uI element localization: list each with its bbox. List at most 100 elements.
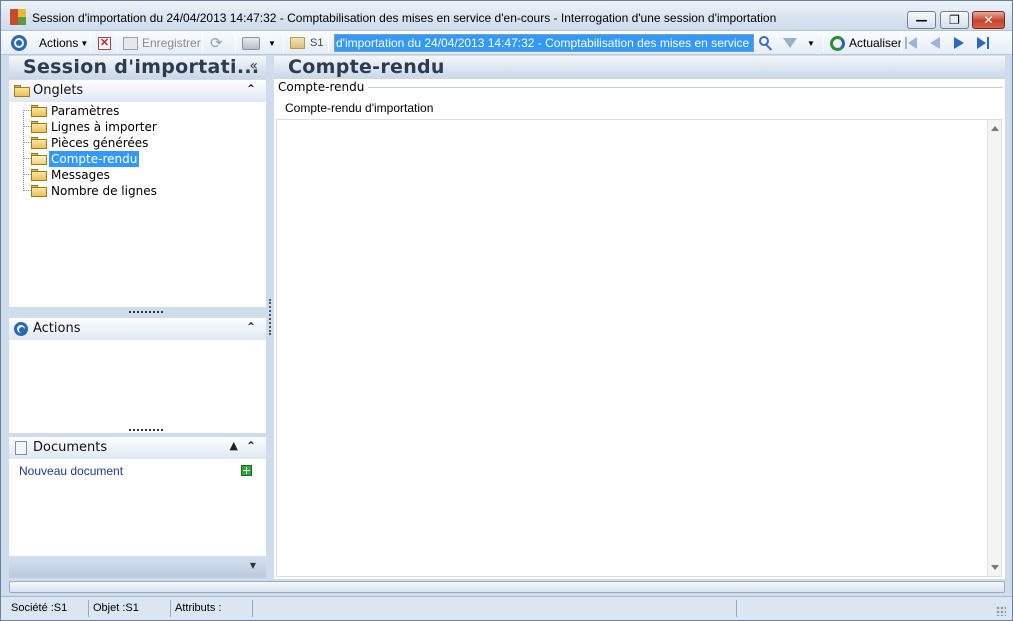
new-document-link[interactable]: Nouveau document bbox=[19, 464, 123, 478]
toolbar-separator bbox=[117, 34, 118, 52]
restore-icon: ❐ bbox=[949, 13, 960, 27]
record-path-field[interactable]: d'importation du 24/04/2013 14:47:32 - C… bbox=[334, 34, 754, 52]
actions-menu-button[interactable]: Actions ▼ bbox=[39, 34, 88, 52]
company-label: S1 bbox=[310, 37, 324, 49]
report-textarea[interactable] bbox=[276, 119, 1002, 577]
vertical-scrollbar[interactable] bbox=[987, 120, 1001, 576]
tab-label: Pièces générées bbox=[51, 136, 149, 150]
documents-header[interactable]: Documents ▲ ⌃ bbox=[9, 437, 266, 459]
chevron-down-icon: ▼ bbox=[807, 38, 815, 48]
page-title: Compte-rendu bbox=[288, 56, 445, 78]
status-objet: Objet :S1 bbox=[91, 600, 171, 617]
printer-icon bbox=[242, 36, 260, 50]
double-chevron-up-icon[interactable]: ⌃ bbox=[246, 82, 256, 96]
filter-icon bbox=[783, 38, 797, 48]
company-button[interactable]: S1 bbox=[290, 34, 323, 52]
refresh-button[interactable]: Actualiser bbox=[830, 34, 902, 52]
group-legend: Compte-rendu bbox=[278, 80, 369, 94]
delete-icon: ✕ bbox=[98, 36, 111, 50]
refresh-icon bbox=[830, 35, 845, 51]
resize-grip[interactable] bbox=[129, 311, 163, 313]
previous-icon bbox=[930, 37, 940, 49]
documents-body: Nouveau document bbox=[9, 459, 266, 556]
minimize-button[interactable]: — bbox=[907, 11, 936, 29]
tab-label: Messages bbox=[51, 168, 110, 182]
folder-icon bbox=[31, 137, 47, 149]
onglets-header-label: Onglets bbox=[33, 83, 84, 98]
app-icon bbox=[10, 9, 26, 25]
onglets-header[interactable]: Onglets ⌃ bbox=[9, 80, 266, 102]
last-record-button[interactable] bbox=[977, 34, 989, 52]
resize-grip[interactable] bbox=[129, 429, 163, 431]
actions-header-label: Actions bbox=[33, 321, 81, 336]
last-icon bbox=[977, 37, 986, 49]
next-record-button[interactable] bbox=[954, 34, 964, 52]
group-divider bbox=[364, 87, 1003, 88]
left-panel-title: Session d'importati... bbox=[23, 56, 260, 78]
folder-icon bbox=[31, 121, 47, 133]
chevron-up-icon[interactable]: ▲ bbox=[230, 439, 238, 452]
status-attributs: Attributs : bbox=[173, 600, 253, 617]
open-folder-icon bbox=[31, 153, 47, 165]
toolbar-separator bbox=[283, 34, 284, 52]
first-record-button[interactable] bbox=[905, 34, 917, 52]
main-window: Session d'importation du 24/04/2013 14:4… bbox=[0, 0, 1013, 621]
tab-label: Nombre de lignes bbox=[51, 184, 157, 198]
collapse-left-icon[interactable]: « bbox=[249, 58, 258, 74]
status-empty-cell bbox=[255, 600, 737, 617]
target-icon bbox=[11, 35, 27, 51]
toolbar-separator bbox=[235, 34, 236, 52]
filter-button[interactable]: ▼ bbox=[783, 34, 815, 52]
toolbar: Actions ▼ ✕ Enregistrer ⟳ ▼ S1 d'importa… bbox=[1, 31, 1012, 55]
chevron-down-icon: ▼ bbox=[80, 38, 89, 48]
left-panel-title-bar: Session d'importati... « bbox=[9, 56, 266, 79]
next-icon bbox=[954, 37, 964, 49]
tab-label: Lignes à importer bbox=[51, 120, 157, 134]
maximize-button[interactable]: ❐ bbox=[940, 11, 969, 29]
previous-record-button[interactable] bbox=[930, 34, 940, 52]
double-chevron-up-icon[interactable]: ⌃ bbox=[246, 439, 256, 453]
scroll-up-icon[interactable] bbox=[991, 126, 999, 131]
save-label: Enregistrer bbox=[142, 36, 201, 50]
close-icon: ✕ bbox=[983, 13, 994, 27]
chevron-down-icon[interactable]: ▼ bbox=[250, 561, 256, 570]
save-button[interactable]: Enregistrer bbox=[123, 34, 201, 52]
onglets-body: Paramètres Lignes à importer Pièces géné… bbox=[9, 102, 266, 313]
print-button[interactable]: ▼ bbox=[242, 34, 276, 52]
main-content: Compte-rendu Compte-rendu d'importation bbox=[274, 79, 1005, 579]
folder-icon bbox=[31, 105, 47, 117]
minimize-icon: — bbox=[915, 13, 928, 27]
close-button[interactable]: ✕ bbox=[972, 11, 1005, 29]
documents-header-label: Documents bbox=[33, 440, 108, 455]
first-icon bbox=[905, 37, 907, 49]
actions-header[interactable]: Actions ⌃ bbox=[9, 318, 266, 340]
delete-button[interactable]: ✕ bbox=[98, 34, 111, 52]
document-icon bbox=[15, 441, 27, 455]
refresh-label: Actualiser bbox=[849, 36, 902, 50]
chevron-down-icon: ▼ bbox=[268, 38, 276, 48]
folder-icon bbox=[14, 85, 30, 97]
toolbar-separator bbox=[901, 34, 902, 52]
search-icon bbox=[758, 35, 774, 51]
panel-splitter[interactable] bbox=[269, 299, 271, 335]
sync-button[interactable]: ⟳ bbox=[210, 34, 223, 52]
search-button[interactable] bbox=[758, 34, 774, 52]
folder-icon bbox=[31, 169, 47, 181]
title-bar: Session d'importation du 24/04/2013 14:4… bbox=[1, 1, 1012, 31]
resize-grip-icon[interactable] bbox=[996, 606, 1006, 616]
folder-icon bbox=[290, 37, 305, 49]
folder-icon bbox=[31, 185, 47, 197]
window-title: Session d'importation du 24/04/2013 14:4… bbox=[32, 11, 777, 25]
status-bar: Société :S1 Objet :S1 Attributs : bbox=[1, 596, 1012, 620]
toolbar-separator bbox=[202, 34, 203, 52]
actions-menu-label: Actions bbox=[39, 36, 79, 50]
horizontal-scrollbar[interactable] bbox=[9, 581, 1005, 593]
add-document-icon[interactable] bbox=[241, 465, 252, 476]
double-chevron-up-icon[interactable]: ⌃ bbox=[246, 320, 256, 334]
actions-icon-button[interactable] bbox=[11, 34, 27, 52]
scroll-down-icon[interactable] bbox=[991, 565, 999, 570]
tab-label: Paramètres bbox=[51, 104, 120, 118]
left-panel-footer: ▼ bbox=[9, 556, 266, 578]
toolbar-separator bbox=[328, 34, 329, 52]
actions-body bbox=[9, 340, 266, 433]
